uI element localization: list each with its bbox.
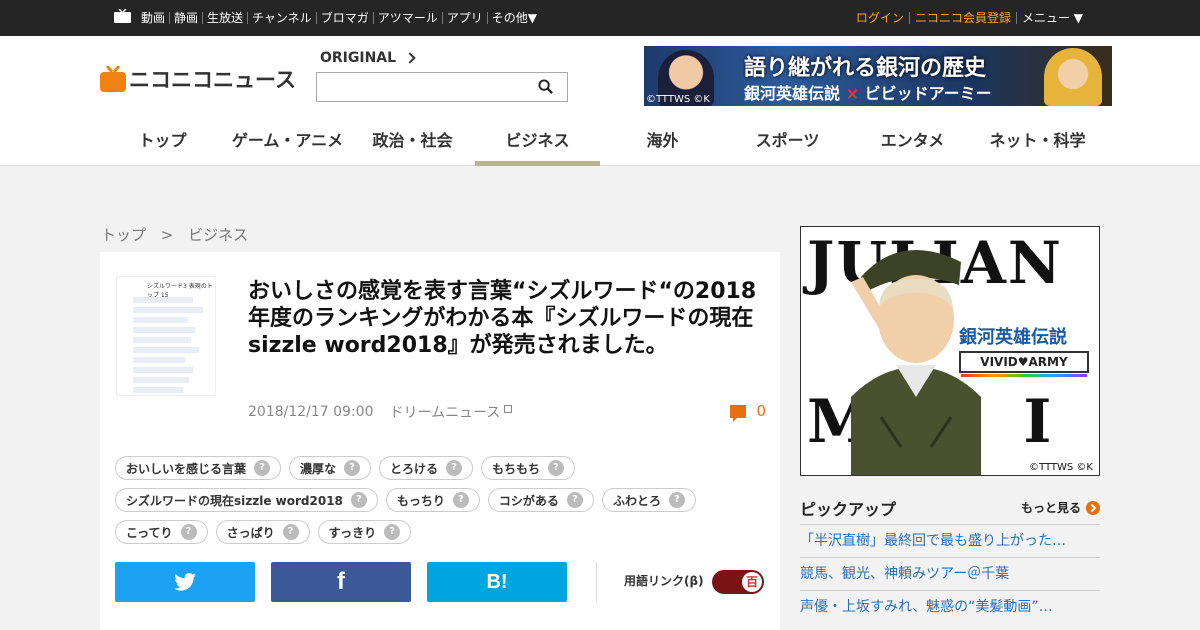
tag-chip[interactable]: おいしいを感じる言葉? <box>115 456 282 480</box>
facebook-share-button[interactable]: f <box>271 562 411 602</box>
help-icon[interactable]: ? <box>254 460 271 476</box>
nav-game-anime[interactable]: ゲーム・アニメ <box>225 126 350 166</box>
account-links: ログイン ニコニコ会員登録 メニュー ▼ <box>851 0 1088 36</box>
ad-character-image-2 <box>1044 48 1102 106</box>
logo-text: ニコニコニュース <box>129 68 296 92</box>
search-icon[interactable] <box>538 79 553 94</box>
ad-copyright: ©TTTWS ©K <box>646 94 710 105</box>
breadcrumb-separator: > <box>160 226 174 244</box>
sidebar-ad-banner[interactable]: JULIAN MINTZ 銀河英雄伝説 VIVID♥ARMY ©TTTWS ©K <box>800 226 1100 476</box>
help-icon[interactable]: ? <box>668 492 685 508</box>
help-icon[interactable]: ? <box>452 492 469 508</box>
article-date: 2018/12/17 09:00 <box>248 404 374 420</box>
nav-overseas[interactable]: 海外 <box>600 126 725 166</box>
original-link[interactable]: ORIGINAL <box>320 50 416 66</box>
comment-count: 0 <box>756 402 766 420</box>
pickup-item[interactable]: 声優・上坂すみれ、魅惑の“美髪動画”… <box>800 590 1100 623</box>
help-icon[interactable]: ? <box>180 524 197 540</box>
help-icon[interactable]: ? <box>446 460 463 476</box>
comment-icon <box>730 404 747 422</box>
twitter-bird-icon <box>174 573 196 591</box>
pickup-list: 「半沢直樹」最終回で最も盛り上がった… 競馬、観光、神頼みツアー＠千葉 声優・上… <box>800 524 1100 623</box>
tag-chip[interactable]: 濃厚な? <box>289 456 372 480</box>
term-link-label: 用語リンク(β) <box>624 574 704 588</box>
nav-top[interactable]: トップ <box>100 126 225 166</box>
category-nav: トップ ゲーム・アニメ 政治・社会 ビジネス 海外 スポーツ エンタメ ネット・… <box>100 126 1100 166</box>
tag-chip[interactable]: とろける? <box>379 456 474 480</box>
pickup-item[interactable]: 競馬、観光、神頼みツアー＠千葉 <box>800 557 1100 590</box>
pickup-more-link[interactable]: もっと見る <box>1021 499 1100 516</box>
tag-chip[interactable]: もっちり? <box>385 488 480 512</box>
pickup-heading: ピックアップ <box>800 500 897 519</box>
link-blomaga[interactable]: ブロマガ <box>315 12 373 24</box>
header-ad-banner[interactable]: 語り継がれる銀河の歴史 銀河英雄伝説 × ビビッドアーミー ©TTTWS ©K <box>644 46 1112 106</box>
link-douga[interactable]: 動画 <box>137 12 169 24</box>
dictionary-icon: 百 <box>742 572 762 592</box>
help-icon[interactable]: ? <box>566 492 583 508</box>
nav-entertainment[interactable]: エンタメ <box>850 126 975 166</box>
link-live[interactable]: 生放送 <box>202 12 247 24</box>
breadcrumb: トップ > ビジネス <box>101 224 248 245</box>
comment-count-link[interactable]: 0 <box>730 402 766 422</box>
ad-subline: 銀河英雄伝説 × ビビッドアーミー <box>744 84 992 103</box>
link-atsumaru[interactable]: アツマール <box>372 12 442 24</box>
help-icon[interactable]: ? <box>344 460 361 476</box>
nav-sports[interactable]: スポーツ <box>725 126 850 166</box>
ad-game-badge: VIVID♥ARMY <box>959 351 1089 377</box>
help-icon[interactable]: ? <box>282 524 299 540</box>
tag-list: おいしいを感じる言葉? 濃厚な? とろける? もちもち? シズルワードの現在si… <box>115 456 765 544</box>
article-meta: 2018/12/17 09:00 ドリームニュース <box>248 402 513 422</box>
ad-headline: 語り継がれる銀河の歴史 <box>744 56 987 81</box>
link-app[interactable]: アプリ <box>441 12 487 24</box>
hatena-bookmark-button[interactable]: B! <box>427 562 567 602</box>
tag-chip[interactable]: シズルワードの現在sizzle word2018? <box>115 488 378 512</box>
nav-business[interactable]: ビジネス <box>475 126 600 166</box>
tag-chip[interactable]: ふわとろ? <box>601 488 696 512</box>
ad-title-jp: 銀河英雄伝説 <box>959 327 1067 348</box>
help-icon[interactable]: ? <box>548 460 565 476</box>
link-seiga[interactable]: 静画 <box>169 12 202 24</box>
breadcrumb-home[interactable]: トップ <box>101 226 146 244</box>
chevron-right-icon <box>404 52 416 64</box>
arrow-right-circle-icon <box>1086 500 1100 515</box>
site-logo[interactable]: ニコニコニュース <box>100 64 296 94</box>
article-thumbnail[interactable]: シズルワード3 表現のトップ 15 <box>116 276 216 396</box>
register-link[interactable]: ニコニコ会員登録 <box>908 12 1016 24</box>
niconico-logo-icon <box>100 66 126 92</box>
help-icon[interactable]: ? <box>350 492 367 508</box>
facebook-f-icon: f <box>337 568 345 595</box>
search-box[interactable] <box>316 72 568 102</box>
article-title: おいしさの感覚を表す言葉“シズルワード“の2018年度のランキングがわかる本『シ… <box>248 279 757 358</box>
search-input[interactable] <box>317 73 517 101</box>
niconico-tv-icon[interactable] <box>114 9 131 23</box>
login-link[interactable]: ログイン <box>851 12 909 24</box>
help-icon[interactable]: ? <box>384 524 401 540</box>
external-link-icon <box>504 405 513 413</box>
twitter-share-button[interactable] <box>115 562 255 602</box>
tag-chip[interactable]: コシがある? <box>487 488 594 512</box>
share-divider <box>596 562 597 602</box>
hatena-b-icon: B! <box>486 570 508 593</box>
nav-net-science[interactable]: ネット・科学 <box>975 126 1100 166</box>
article-source-link[interactable]: ドリームニュース <box>390 402 501 422</box>
term-link-toggle[interactable]: 百 <box>712 570 764 594</box>
article-card: シズルワード3 表現のトップ 15 おいしさの感覚を表す言葉“シズルワード“の2… <box>100 252 780 630</box>
ad-copyright: ©TTTWS ©K <box>1027 462 1095 473</box>
link-others-dropdown[interactable]: その他▼ <box>486 12 541 24</box>
site-header: ニコニコニュース ORIGINAL 語り継がれる銀河の歴史 銀河英雄伝説 × ビ… <box>0 36 1200 166</box>
original-label: ORIGINAL <box>320 50 397 66</box>
tag-chip[interactable]: すっきり? <box>317 520 412 544</box>
pickup-item[interactable]: 「半沢直樹」最終回で最も盛り上がった… <box>800 524 1100 557</box>
breadcrumb-current[interactable]: ビジネス <box>188 226 248 244</box>
global-nav-bar: 動画 静画 生放送 チャンネル ブロマガ アツマール アプリ その他▼ ログイン… <box>0 0 1200 36</box>
service-links: 動画 静画 生放送 チャンネル ブロマガ アツマール アプリ その他▼ <box>137 0 541 36</box>
tag-chip[interactable]: さっぱり? <box>215 520 310 544</box>
menu-dropdown[interactable]: メニュー ▼ <box>1015 12 1088 24</box>
link-channel[interactable]: チャンネル <box>247 12 316 24</box>
tag-chip[interactable]: もちもち? <box>481 456 576 480</box>
tag-chip[interactable]: こってり? <box>115 520 208 544</box>
nav-politics[interactable]: 政治・社会 <box>350 126 475 166</box>
